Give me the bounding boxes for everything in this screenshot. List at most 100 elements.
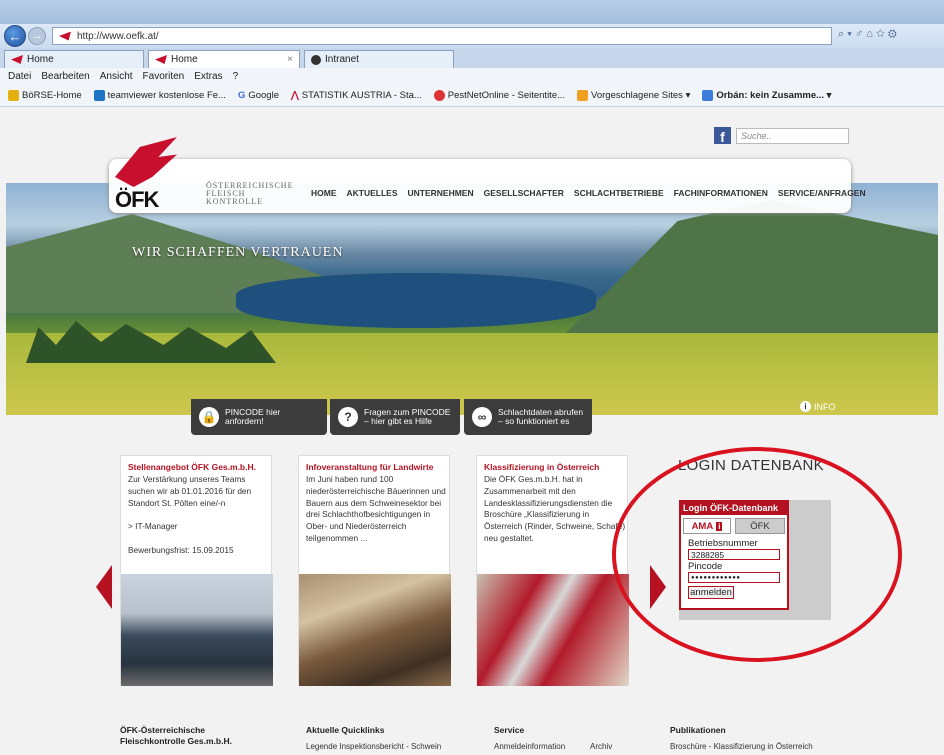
card-photo-team [121,574,273,686]
menu-extras[interactable]: Extras [194,71,222,82]
question-icon: ? [338,407,358,427]
web-page: WIR SCHAFFEN VERTRAUEN f Suche.. ÖFK ÖST… [0,107,944,755]
footer-service-heading: Service [494,725,525,735]
nav-home[interactable]: HOME [311,188,337,198]
nav-service[interactable]: SERVICE/ANFRAGEN [778,188,866,198]
card-body: Zur Verstärkung unseres Teams suchen wir… [128,474,252,555]
tab-strip: Home Home × Intranet [0,48,944,68]
menu-bar: Datei Bearbeiten Ansicht Favoriten Extra… [0,68,944,85]
close-icon[interactable]: × [287,54,293,65]
logo-subtitle: ÖSTERREICHISCHE FLEISCH KONTROLLE [206,182,293,206]
fav-label: teamviewer kostenlose Fe... [107,90,226,101]
info-icon: i [800,401,811,412]
card-title[interactable]: Stellenangebot ÖFK Ges.m.b.H. [128,462,256,472]
tab-favicon-icon [11,55,23,64]
nav-aktuelles[interactable]: AKTUELLES [347,188,398,198]
fav-label: STATISTIK AUSTRIA - Sta... [301,90,422,101]
footer-link[interactable]: Archiv [590,742,612,751]
lock-icon: 🔒 [199,407,219,427]
card-photo-event [299,574,451,686]
binoculars-icon: ∞ [472,407,492,427]
forward-button[interactable]: → [28,27,46,45]
tab-intranet[interactable]: Intranet [304,50,454,68]
card-body: Im Juni haben rund 100 niederösterreichi… [306,474,446,543]
tab-label: Home [27,54,54,65]
tab-home-1[interactable]: Home [4,50,144,68]
google-icon: G [237,90,246,101]
nav-schlachtbetriebe[interactable]: SCHLACHTBETRIEBE [574,188,664,198]
fav-teamviewer[interactable]: teamviewer kostenlose Fe... [93,90,226,101]
highlight-ellipse [612,447,902,662]
menu-bearbeiten[interactable]: Bearbeiten [41,71,89,82]
pin-button-label: Fragen zum PINCODE – hier gibt es Hilfe [364,407,451,426]
info-label: INFO [814,401,836,412]
pin-button-label: Schlachtdaten abrufen – so funktioniert … [498,407,584,426]
menu-favoriten[interactable]: Favoriten [143,71,185,82]
card-photo-brochure [477,574,629,686]
site-logo[interactable]: ÖFK [115,187,159,213]
ie-page-icon [702,90,714,101]
fav-label: Google [248,90,279,101]
fav-label: Orbán: kein Zusamme... ▾ [716,90,832,101]
tab-label: Intranet [325,54,359,65]
tab-favicon-icon [155,55,167,64]
footer-link[interactable]: Legende Inspektionsbericht - Schwein [306,742,441,751]
fav-label: Vorgeschlagene Sites ▾ [591,90,691,101]
search-input[interactable]: Suche.. [736,128,849,144]
fav-suggested[interactable]: Vorgeschlagene Sites ▾ [577,90,690,101]
carousel-prev-icon[interactable] [96,565,112,609]
hero-slogan: WIR SCHAFFEN VERTRAUEN [132,245,344,260]
menu-help[interactable]: ? [233,71,239,82]
footer-publikationen-heading: Publikationen [670,725,726,735]
card-title[interactable]: Klassifizierung in Österreich [484,462,599,472]
url-text: http://www.oefk.at/ [77,30,159,42]
tool-icons[interactable]: ⌕ ▾ ♂ ⌂ ☆ ⚙ [838,28,897,41]
back-button[interactable]: ← [4,25,26,47]
browser-tools[interactable]: ⌕ ▾ ♂ ⌂ ☆ ⚙ [838,28,897,41]
menu-ansicht[interactable]: Ansicht [100,71,133,82]
hero-banner [6,183,938,415]
address-bar[interactable]: http://www.oefk.at/ [52,27,832,45]
statistik-icon: ⋀ [290,90,299,101]
footer-link[interactable]: Broschüre - Klassifizierung in Österreic… [670,742,813,751]
main-nav: HOME AKTUELLES UNTERNEHMEN GESELLSCHAFTE… [311,188,866,198]
menu-datei[interactable]: Datei [8,71,31,82]
hero-mountain [566,200,938,333]
fav-orban[interactable]: Orbán: kein Zusamme... ▾ [702,90,831,101]
pincode-request-button[interactable]: 🔒 PINCODE hier anfordern! [191,399,327,435]
fav-boerse[interactable]: BöRSE-Home [8,90,82,101]
facebook-icon[interactable]: f [714,127,731,144]
suggested-icon [577,90,589,101]
favorites-bar: BöRSE-Home teamviewer kostenlose Fe... G… [0,85,944,107]
footer-link[interactable]: Anmeldeinformation [494,742,565,751]
info-icon [311,54,321,65]
tab-label: Home [171,54,198,65]
nav-fachinformationen[interactable]: FACHINFORMATIONEN [674,188,768,198]
site-favicon-icon [59,31,71,41]
footer-company-heading: ÖFK-Österreichische Fleischkontrolle Ges… [120,725,232,746]
pincode-help-button[interactable]: ? Fragen zum PINCODE – hier gibt es Hilfe [330,399,460,435]
info-button[interactable]: i INFO [800,401,836,412]
fav-statistik[interactable]: ⋀ STATISTIK AUSTRIA - Sta... [291,90,422,101]
fav-label: PestNetOnline - Seitentite... [447,90,566,101]
footer-quicklinks-heading: Aktuelle Quicklinks [306,725,385,735]
nav-unternehmen[interactable]: UNTERNEHMEN [408,188,474,198]
fav-pestnet[interactable]: PestNetOnline - Seitentite... [433,90,566,101]
card-title[interactable]: Infoveranstaltung für Landwirte [306,462,434,472]
schlachtdaten-button[interactable]: ∞ Schlachtdaten abrufen – so funktioniert… [464,399,592,435]
address-row: ← → http://www.oefk.at/ ⌕ ▾ ♂ ⌂ ☆ ⚙ [0,24,944,48]
nav-gesellschafter[interactable]: GESELLSCHAFTER [484,188,564,198]
pin-button-label: PINCODE hier anfordern! [225,407,281,426]
window-titlebar [0,0,944,24]
pestnet-icon [433,90,445,101]
teamviewer-icon [93,90,105,101]
fav-google[interactable]: G Google [238,90,279,101]
hero-lake [236,273,596,328]
logo-sub-line: KONTROLLE [206,197,263,206]
card-body: Die ÖFK Ges.m.b.H. hat in Zusammenarbeit… [484,474,626,543]
tab-home-2[interactable]: Home × [148,50,300,68]
star-icon [8,90,19,101]
news-card[interactable]: Infoveranstaltung für Landwirte Im Juni … [298,455,451,686]
news-card[interactable]: Klassifizierung in Österreich Die ÖFK Ge… [476,455,629,686]
news-card[interactable]: Stellenangebot ÖFK Ges.m.b.H. Zur Verstä… [120,455,273,686]
